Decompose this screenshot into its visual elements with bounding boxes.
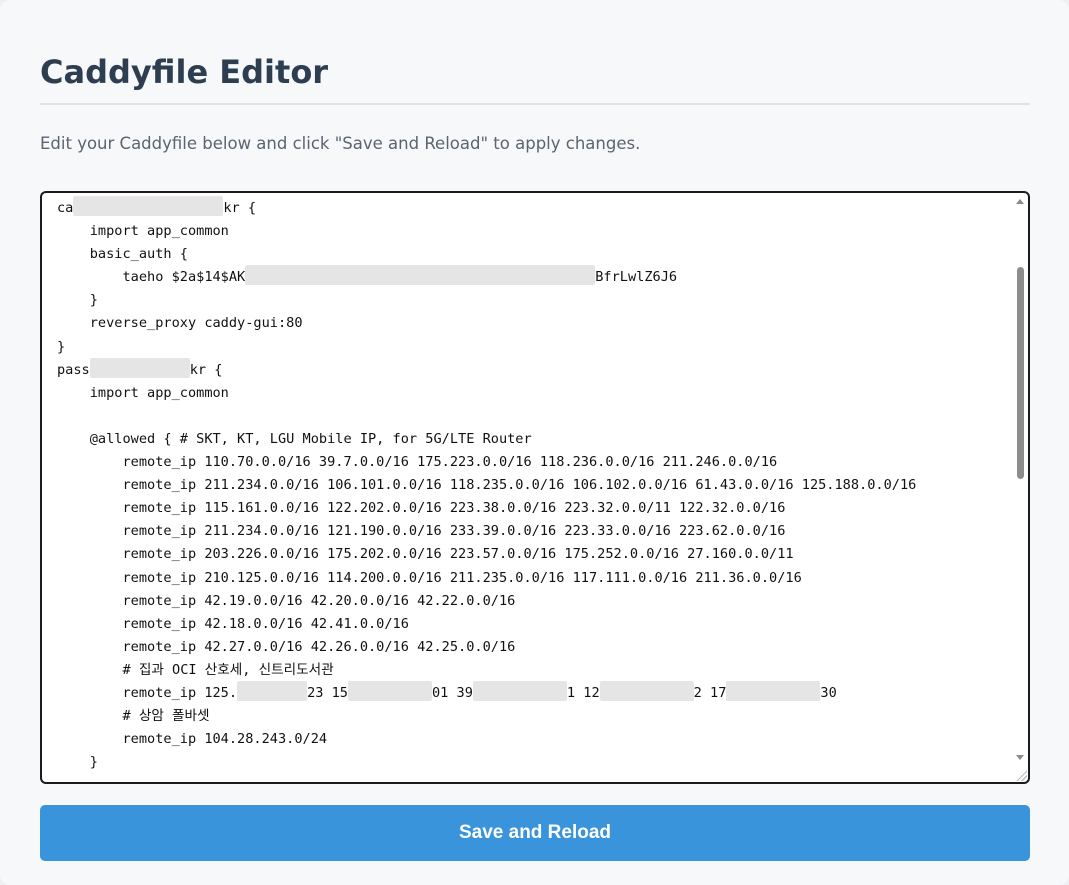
code-text: }: [57, 292, 98, 309]
code-text: remote_ip 203.226.0.0/16 175.202.0.0/16 …: [57, 546, 794, 563]
redacted-text: [73, 196, 224, 216]
code-line: }: [57, 751, 916, 774]
code-text: @allowed { # SKT, KT, LGU Mobile IP, for…: [57, 430, 532, 447]
code-text: kr {: [189, 361, 223, 378]
code-text: 1 12: [566, 684, 600, 701]
code-line: }: [57, 289, 916, 312]
code-text: ca: [57, 200, 74, 216]
code-line: reverse_proxy caddy-gui:80: [57, 312, 916, 335]
caddyfile-content[interactable]: ca kr { import app_common basic_auth { ta…: [57, 196, 916, 774]
code-line: pass kr {: [57, 357, 916, 382]
code-text: remote_ip 104.28.243.0/24: [57, 731, 328, 748]
code-line: remote_ip 42.19.0.0/16 42.20.0.0/16 42.2…: [57, 590, 916, 613]
code-line: }: [57, 336, 916, 359]
redacted-text: [472, 680, 567, 701]
code-line: # 상암 폴바셋: [57, 705, 916, 728]
save-and-reload-button[interactable]: Save and Reload: [40, 805, 1030, 861]
code-text: }: [57, 338, 66, 355]
code-line: remote_ip 110.70.0.0/16 39.7.0.0/16 175.…: [57, 451, 916, 474]
code-line: remote_ip 211.234.0.0/16 106.101.0.0/16 …: [57, 474, 916, 497]
redacted-text: [237, 680, 308, 701]
instructions-text: Edit your Caddyfile below and click "Sav…: [40, 134, 641, 153]
code-line: remote_ip 210.125.0.0/16 114.200.0.0/16 …: [57, 567, 916, 590]
code-text: reverse_proxy caddy-gui:80: [57, 315, 303, 332]
code-text: 23 15: [307, 684, 348, 701]
code-line: basic_auth {: [57, 243, 916, 266]
code-text: remote_ip 42.27.0.0/16 42.26.0.0/16 42.2…: [57, 638, 516, 655]
code-text: remote_ip 125.: [57, 684, 238, 701]
code-line: # 집과 OCI 산호세, 신트리도서관: [57, 659, 916, 682]
code-text: # 상암 폴바셋: [57, 708, 210, 725]
editor-scrollbar[interactable]: [1014, 195, 1026, 762]
code-line: remote_ip 211.234.0.0/16 121.190.0.0/16 …: [57, 520, 916, 543]
redacted-text: [599, 680, 694, 701]
code-text: BfrLwlZ6J6: [595, 269, 678, 286]
code-text: # 집과 OCI 산호세, 신트리도서관: [57, 661, 334, 678]
code-text: 01 39: [431, 684, 473, 701]
page-title: Caddyfile Editor: [40, 53, 329, 91]
code-text: import app_common: [57, 223, 229, 240]
code-text: pass: [57, 361, 90, 378]
code-line: import app_common: [57, 220, 916, 243]
redacted-text: [347, 680, 432, 701]
code-line: remote_ip 125. 23 15 01 39 1 12 2 17 30: [57, 680, 916, 705]
code-line: remote_ip 42.27.0.0/16 42.26.0.0/16 42.2…: [57, 636, 916, 659]
code-text: remote_ip 115.161.0.0/16 122.202.0.0/16 …: [57, 500, 786, 517]
code-text: remote_ip 42.19.0.0/16 42.20.0.0/16 42.2…: [57, 592, 516, 609]
code-line: remote_ip 42.18.0.0/16 42.41.0.0/16: [57, 613, 916, 636]
title-divider: [40, 103, 1030, 105]
code-line: remote_ip 203.226.0.0/16 175.202.0.0/16 …: [57, 543, 916, 566]
code-line: import app_common: [57, 382, 916, 405]
editor-card: Caddyfile Editor Edit your Caddyfile bel…: [0, 0, 1069, 885]
caddyfile-textarea[interactable]: ca kr { import app_common basic_auth { ta…: [40, 191, 1030, 784]
scroll-thumb[interactable]: [1017, 267, 1024, 479]
code-text: remote_ip 210.125.0.0/16 114.200.0.0/16 …: [57, 569, 802, 586]
resize-handle-icon[interactable]: [1015, 769, 1027, 781]
code-line: taeho $2a$14$AK BfrLwlZ6J6: [57, 265, 916, 289]
code-text: import app_common: [57, 384, 229, 401]
code-text: remote_ip 211.234.0.0/16 106.101.0.0/16 …: [57, 477, 917, 494]
code-text: 30: [820, 684, 837, 701]
code-line: remote_ip 104.28.243.0/24: [57, 728, 916, 751]
code-text: taeho $2a$14$AK: [57, 269, 246, 286]
scroll-up-arrow-icon[interactable]: [1016, 199, 1024, 204]
scroll-down-arrow-icon[interactable]: [1016, 755, 1024, 760]
code-text: remote_ip 110.70.0.0/16 39.7.0.0/16 175.…: [57, 454, 778, 471]
code-text: }: [57, 754, 98, 771]
code-text: basic_auth {: [57, 246, 188, 263]
code-text: remote_ip 211.234.0.0/16 121.190.0.0/16 …: [57, 523, 786, 540]
code-text: remote_ip 42.18.0.0/16 42.41.0.0/16: [57, 615, 409, 632]
code-line: @allowed { # SKT, KT, LGU Mobile IP, for…: [57, 428, 916, 451]
redacted-text: [89, 357, 190, 378]
redacted-text: [245, 265, 596, 286]
code-line: ca kr {: [57, 196, 916, 220]
code-line: remote_ip 115.161.0.0/16 122.202.0.0/16 …: [57, 497, 916, 520]
redacted-text: [726, 680, 821, 701]
code-text: 2 17: [693, 684, 727, 701]
code-text: kr {: [223, 200, 257, 216]
